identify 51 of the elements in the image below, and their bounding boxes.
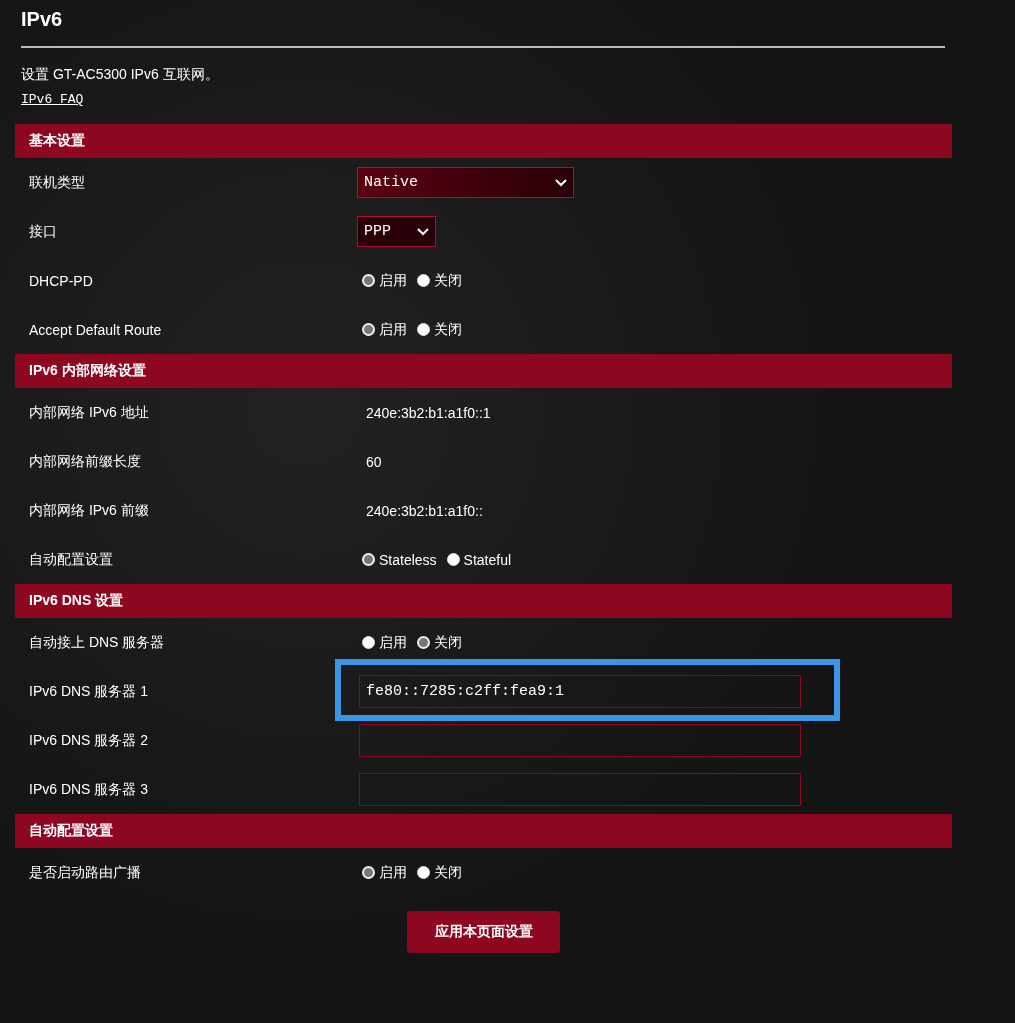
field-label: IPv6 DNS 服务器 3 <box>29 780 150 799</box>
field-label: 内部网络前缀长度 <box>29 452 142 471</box>
dropdown[interactable]: Native <box>357 167 574 198</box>
radio-label: 启用 <box>379 863 407 882</box>
chevron-down-icon <box>417 227 429 236</box>
radio-label: 关闭 <box>434 633 462 652</box>
radio-button[interactable] <box>362 553 375 566</box>
faq-link[interactable]: IPv6 FAQ <box>21 92 84 107</box>
apply-button[interactable]: 应用本页面设置 <box>407 911 560 953</box>
radio-button[interactable] <box>362 636 375 649</box>
radio-button[interactable] <box>446 553 460 566</box>
section-header: IPv6 内部网络设置 <box>15 354 952 388</box>
radio-button[interactable] <box>417 274 430 287</box>
radio-label: 启用 <box>379 271 407 290</box>
radio-label: Stateful <box>463 551 512 568</box>
field-label: 联机类型 <box>29 173 86 192</box>
field-label: 是否启动路由广播 <box>29 863 142 882</box>
field-label: IPv6 DNS 服务器 1 <box>29 682 150 701</box>
field-label: 接口 <box>29 222 58 241</box>
radio-button[interactable] <box>417 323 430 336</box>
input-field[interactable]: fe80::7285:c2ff:fea9:1 <box>359 675 801 708</box>
field-label: 自动配置设置 <box>29 550 114 569</box>
field-label: Accept Default Route <box>29 321 163 338</box>
value-text: 240e:3b2:b1:a1f0::1 <box>365 404 491 421</box>
field-label: 内部网络 IPv6 前缀 <box>29 501 150 520</box>
input-field[interactable] <box>359 773 801 806</box>
radio-label: 关闭 <box>434 320 462 339</box>
radio-label: 启用 <box>379 320 407 339</box>
chevron-down-icon <box>555 178 567 187</box>
radio-button[interactable] <box>362 323 375 336</box>
input-field[interactable] <box>359 724 801 757</box>
value-text: 60 <box>365 453 382 470</box>
field-label: 自动接上 DNS 服务器 <box>29 633 166 652</box>
radio-button[interactable] <box>417 636 430 649</box>
value-text: 240e:3b2:b1:a1f0:: <box>365 502 483 519</box>
field-label: IPv6 DNS 服务器 2 <box>29 731 150 750</box>
radio-label: 启用 <box>379 633 407 652</box>
dropdown[interactable]: PPP <box>357 216 436 247</box>
page-title: IPv6 <box>20 7 64 32</box>
radio-label: Stateless <box>379 551 437 568</box>
radio-button[interactable] <box>362 274 375 287</box>
radio-label: 关闭 <box>434 271 462 290</box>
radio-button[interactable] <box>417 866 430 879</box>
field-label: 内部网络 IPv6 地址 <box>29 403 150 422</box>
description-text: 设置 GT-AC5300 IPv6 互联网。 <box>20 66 220 84</box>
section-header: 基本设置 <box>15 124 952 158</box>
radio-label: 关闭 <box>434 863 462 882</box>
section-header: IPv6 DNS 设置 <box>15 584 952 618</box>
section-header: 自动配置设置 <box>15 814 952 848</box>
radio-button[interactable] <box>362 866 375 879</box>
field-label: DHCP-PD <box>29 272 94 289</box>
